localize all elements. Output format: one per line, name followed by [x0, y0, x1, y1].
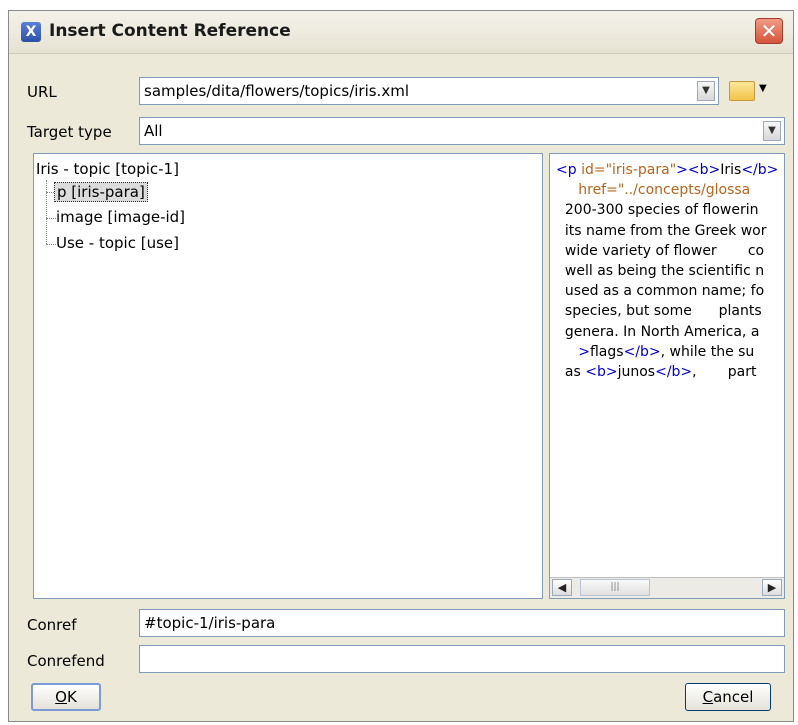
- target-type-select[interactable]: All ▼: [139, 117, 785, 145]
- preview-token: genera. In North America, a: [556, 323, 760, 340]
- preview-line: genera. In North America, a: [556, 322, 784, 342]
- preview-token: junos: [617, 364, 656, 381]
- target-type-dropdown-arrow-icon[interactable]: ▼: [763, 121, 781, 141]
- tree-connector: [46, 244, 56, 245]
- tree-connector: [46, 218, 56, 219]
- conrefend-label: Conrefend: [27, 652, 105, 670]
- preview-token: , while the su: [660, 343, 755, 360]
- close-button[interactable]: ✕: [755, 18, 783, 44]
- tree-root-node[interactable]: Iris - topic [topic-1]: [36, 160, 179, 178]
- conref-input[interactable]: #topic-1/iris-para: [139, 609, 785, 637]
- preview-line: >flags</b>, while the su: [556, 342, 784, 362]
- preview-line: as <b>junos</b>, part: [556, 362, 784, 382]
- preview-token: wide variety of flower co: [556, 242, 765, 259]
- preview-line: 200-300 species of flowerin: [556, 200, 784, 220]
- preview-token: <b>: [585, 364, 618, 381]
- preview-token: id="iris-para": [581, 162, 677, 178]
- scroll-left-icon[interactable]: ◀: [552, 579, 572, 596]
- preview-token: >: [556, 343, 590, 360]
- preview-token: </b>: [741, 162, 779, 178]
- preview-line: its name from the Greek wor: [556, 221, 784, 241]
- horizontal-scrollbar[interactable]: ◀ ||| ▶: [550, 577, 784, 598]
- insert-content-reference-dialog: X Insert Content Reference ✕ URL samples…: [8, 10, 794, 722]
- url-combobox[interactable]: samples/dita/flowers/topics/iris.xml ▼: [139, 77, 719, 105]
- conref-label: Conref: [27, 616, 77, 634]
- preview-token: <p: [556, 162, 582, 178]
- target-type-label: Target type: [27, 123, 112, 141]
- scroll-thumb[interactable]: |||: [580, 579, 650, 596]
- preview-token: well as being the scientific n: [556, 263, 765, 280]
- preview-line: wide variety of flower co: [556, 241, 784, 261]
- preview-token: species, but some plants: [556, 303, 762, 320]
- preview-token: ><b>: [676, 162, 721, 178]
- ok-mnemonic: O: [55, 688, 67, 706]
- tree-connector: [46, 180, 47, 244]
- url-label: URL: [27, 83, 57, 101]
- url-dropdown-arrow-icon[interactable]: ▼: [697, 81, 715, 101]
- preview-line: <p id="iris-para"><b>Iris</b>: [556, 160, 784, 180]
- url-value: samples/dita/flowers/topics/iris.xml: [144, 82, 409, 100]
- preview-token: flags: [589, 343, 624, 360]
- cancel-label-rest: ancel: [713, 688, 754, 706]
- app-icon: X: [21, 22, 41, 42]
- source-preview-text: <p id="iris-para"><b>Iris</b> href="../c…: [556, 160, 784, 382]
- preview-token: as: [556, 364, 586, 381]
- preview-token: </b>: [655, 364, 693, 381]
- conrefend-input[interactable]: [139, 645, 785, 673]
- conref-value: #topic-1/iris-para: [144, 614, 276, 632]
- preview-token: used as a common name; fo: [556, 283, 765, 300]
- source-preview-pane[interactable]: <p id="iris-para"><b>Iris</b> href="../c…: [549, 153, 785, 599]
- scroll-right-icon[interactable]: ▶: [762, 579, 782, 596]
- preview-token: , part: [692, 364, 757, 381]
- preview-token: its name from the Greek wor: [556, 222, 767, 239]
- preview-line: well as being the scientific n: [556, 261, 784, 281]
- dialog-title: Insert Content Reference: [49, 21, 291, 41]
- ok-label-rest: K: [66, 688, 77, 706]
- preview-line: used as a common name; fo: [556, 281, 784, 301]
- tree-node-image-id[interactable]: image [image-id]: [56, 208, 185, 226]
- target-type-value: All: [144, 122, 163, 140]
- cancel-button[interactable]: Cancel: [685, 683, 771, 711]
- tree-node-iris-para[interactable]: p [iris-para]: [54, 182, 148, 202]
- tree-node-use[interactable]: Use - topic [use]: [56, 234, 179, 252]
- content-tree[interactable]: Iris - topic [topic-1] p [iris-para] ima…: [33, 153, 543, 599]
- preview-token: Iris: [720, 162, 742, 178]
- preview-token: 200-300 species of flowerin: [556, 202, 759, 219]
- preview-token: href="../concepts/glossa: [556, 182, 751, 199]
- title-bar[interactable]: X Insert Content Reference ✕: [9, 11, 793, 54]
- preview-line: species, but some plants: [556, 301, 784, 321]
- browse-menu-chevron-icon[interactable]: ▼: [759, 83, 767, 94]
- cancel-mnemonic: C: [702, 688, 714, 706]
- preview-line: href="../concepts/glossa: [556, 180, 784, 200]
- preview-token: </b>: [623, 343, 661, 360]
- ok-button[interactable]: OK: [31, 683, 101, 711]
- folder-open-icon[interactable]: [729, 81, 755, 101]
